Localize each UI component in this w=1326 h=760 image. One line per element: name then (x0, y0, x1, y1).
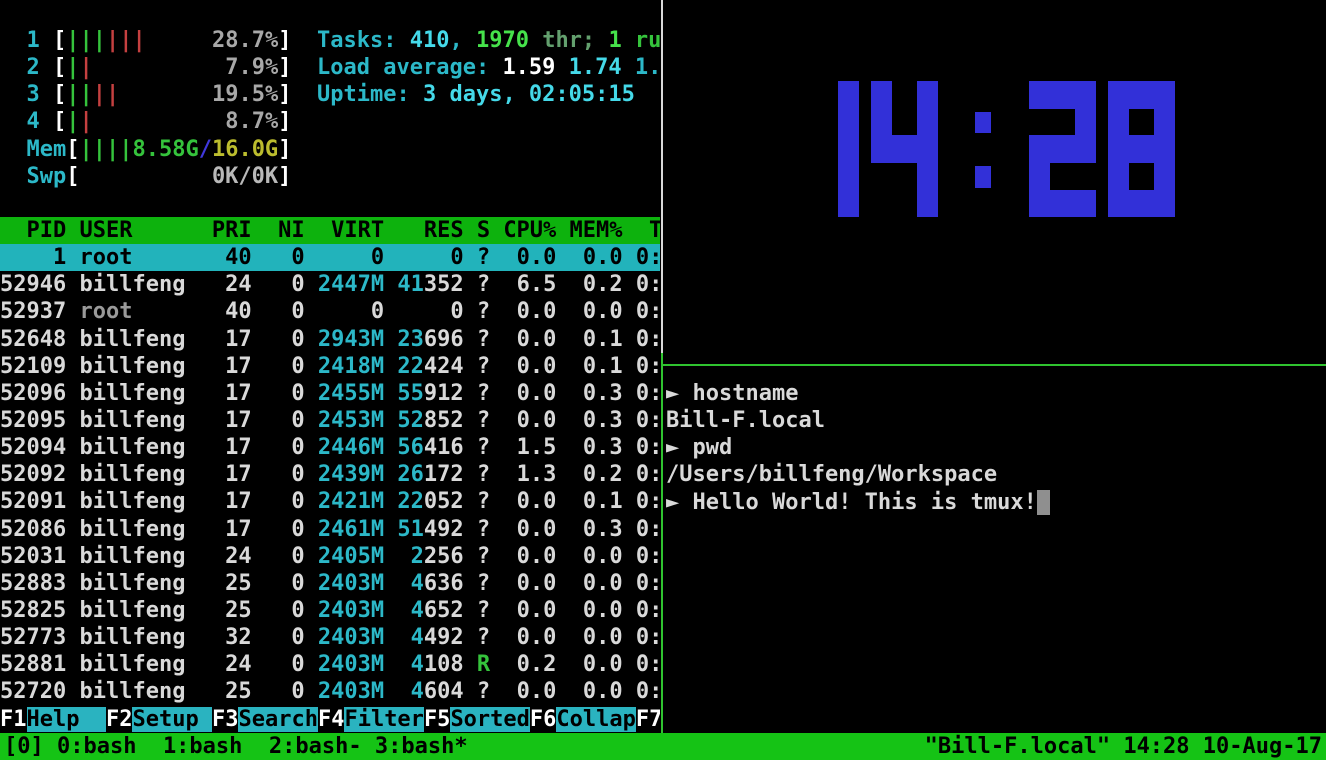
prompt-arrow-icon: ► (666, 381, 693, 406)
fkey-f6[interactable]: F6Collap (530, 707, 636, 732)
swap-meter: Swp[ 0K/0K] (0, 163, 291, 190)
tasks-line: Tasks: 410, 1970 thr; 1 ru (317, 27, 660, 54)
cpu-meter-1: 1 [|||||| 28.7%] (0, 27, 291, 54)
clock-digit (871, 81, 937, 217)
process-row[interactable]: 52031 billfeng 24 0 2405M 2256 ? 0.0 0.0… (0, 543, 660, 570)
fkey-f4[interactable]: F4Filter (318, 707, 424, 732)
clock-colon (950, 81, 1016, 217)
terminal-line: ► hostname (666, 380, 1050, 407)
fkey-f1[interactable]: F1Help (0, 707, 106, 732)
process-row[interactable]: 52946 billfeng 24 0 2447M 41352 ? 6.5 0.… (0, 271, 660, 298)
prompt-arrow-icon: ► (666, 435, 693, 460)
clock-digit (792, 81, 858, 217)
htop-pane[interactable]: 1 [|||||| 28.7%] 2 [|| 7.9%] 3 [|||| 19.… (0, 0, 660, 733)
process-row[interactable]: 52825 billfeng 25 0 2403M 4652 ? 0.0 0.0… (0, 597, 660, 624)
process-table: PID USER PRI NI VIRT RES S CPU% MEM% TIM… (0, 217, 660, 706)
cpu-meter-3: 3 [|||| 19.5%] (0, 81, 291, 108)
process-row[interactable]: 52881 billfeng 24 0 2403M 4108 R 0.2 0.0… (0, 651, 660, 678)
cpu-meter-2: 2 [|| 7.9%] (0, 54, 291, 81)
clock-pane[interactable] (663, 0, 1326, 364)
cpu-meter-4: 4 [|| 8.7%] (0, 108, 291, 135)
terminal-line: ► pwd (666, 434, 1050, 461)
process-table-header[interactable]: PID USER PRI NI VIRT RES S CPU% MEM% TIM… (0, 217, 660, 244)
memory-meter: Mem[||||8.58G/16.0G] (0, 136, 291, 163)
shell-pane[interactable]: ► hostnameBill-F.local► pwd/Users/billfe… (663, 366, 1326, 733)
terminal-line: Bill-F.local (666, 407, 1050, 434)
clock-digit (1108, 81, 1174, 217)
process-row[interactable]: 52109 billfeng 17 0 2418M 22424 ? 0.0 0.… (0, 353, 660, 380)
process-row[interactable]: 52720 billfeng 25 0 2403M 4604 ? 0.0 0.0… (0, 678, 660, 705)
terminal-line: ► Hello World! This is tmux! (666, 489, 1050, 516)
process-row[interactable]: 52883 billfeng 25 0 2403M 4636 ? 0.0 0.0… (0, 570, 660, 597)
cpu-memory-meters: 1 [|||||| 28.7%] 2 [|| 7.9%] 3 [|||| 19.… (0, 27, 291, 190)
fkey-f2[interactable]: F2Setup (106, 707, 212, 732)
process-row[interactable]: 52086 billfeng 17 0 2461M 51492 ? 0.0 0.… (0, 516, 660, 543)
digital-clock (792, 81, 1187, 217)
fkey-f3[interactable]: F3Search (212, 707, 318, 732)
process-row[interactable]: 52096 billfeng 17 0 2455M 55912 ? 0.0 0.… (0, 380, 660, 407)
uptime-line: Uptime: 3 days, 02:05:15 (317, 81, 660, 108)
process-row[interactable]: 1 root 40 0 0 0 ? 0.0 0.0 0: (0, 244, 660, 271)
terminal-cursor (1037, 490, 1050, 515)
clock-digit (1029, 81, 1095, 217)
process-row[interactable]: 52094 billfeng 17 0 2446M 56416 ? 1.5 0.… (0, 434, 660, 461)
load-average-line: Load average: 1.59 1.74 1. (317, 54, 660, 81)
function-key-bar: F1Help F2Setup F3SearchF4FilterF5SortedF… (0, 706, 660, 733)
fkey-f5[interactable]: F5Sorted (424, 707, 530, 732)
window-list[interactable]: [0] 0:bash 1:bash 2:bash- 3:bash* (0, 733, 468, 760)
process-row[interactable]: 52091 billfeng 17 0 2421M 22052 ? 0.0 0.… (0, 488, 660, 515)
status-clock-date: "Bill-F.local" 14:28 10-Aug-17 (925, 733, 1326, 760)
process-row[interactable]: 52648 billfeng 17 0 2943M 23696 ? 0.0 0.… (0, 326, 660, 353)
prompt-arrow-icon: ► (666, 490, 693, 515)
tmux-status-bar: [0] 0:bash 1:bash 2:bash- 3:bash* "Bill-… (0, 733, 1326, 760)
process-row[interactable]: 52092 billfeng 17 0 2439M 26172 ? 1.3 0.… (0, 461, 660, 488)
process-row[interactable]: 52773 billfeng 32 0 2403M 4492 ? 0.0 0.0… (0, 624, 660, 651)
terminal-line: /Users/billfeng/Workspace (666, 461, 1050, 488)
tasks-summary: Tasks: 410, 1970 thr; 1 ruLoad average: … (317, 27, 660, 108)
fkey-f7[interactable]: F7N (636, 707, 660, 732)
terminal-output: ► hostnameBill-F.local► pwd/Users/billfe… (666, 380, 1050, 516)
tmux-screen: { "palette": { "bg": "#000000", "fg": "#… (0, 0, 1326, 760)
process-row[interactable]: 52095 billfeng 17 0 2453M 52852 ? 0.0 0.… (0, 407, 660, 434)
process-row[interactable]: 52937 root 40 0 0 0 ? 0.0 0.0 0: (0, 298, 660, 325)
